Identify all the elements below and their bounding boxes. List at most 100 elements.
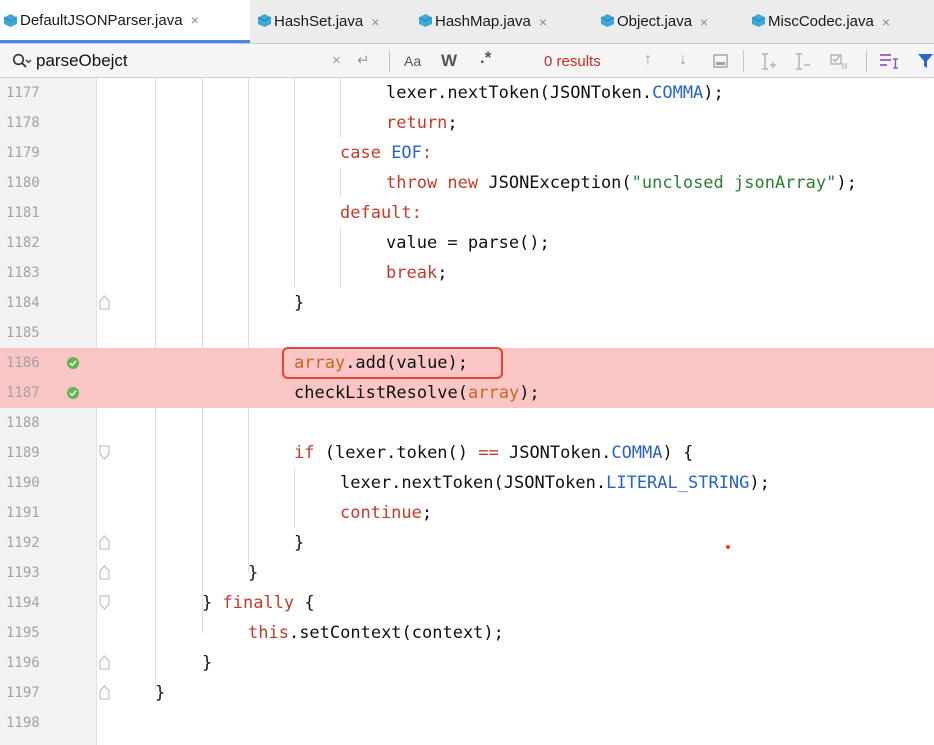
code-line[interactable]: 1195 this.setContext(context);	[0, 618, 934, 648]
search-history-icon[interactable]	[12, 53, 32, 69]
fold-end-icon[interactable]	[99, 685, 110, 700]
match-case-toggle[interactable]: Aa	[404, 53, 421, 69]
tab-label: DefaultJSONParser.java	[20, 11, 183, 29]
search-input[interactable]	[36, 50, 316, 72]
code-line[interactable]: 1196 }	[0, 648, 934, 678]
code-line[interactable]: 1184 }	[0, 288, 934, 318]
code-line[interactable]: 1179 case EOF:	[0, 138, 934, 168]
code-text: lexer.nextToken(JSONToken.LITERAL_STRING…	[340, 473, 770, 493]
code-text: }	[294, 533, 305, 553]
line-number[interactable]: 1178	[0, 108, 97, 138]
tab-close-icon[interactable]: ×	[539, 14, 547, 30]
previous-occurrence-icon[interactable]: ↑	[644, 51, 652, 69]
code-text: default:	[340, 203, 422, 223]
code-text: lexer.nextToken(JSONToken.COMMA);	[386, 83, 724, 103]
breakpoint-verified-icon[interactable]	[67, 357, 79, 369]
code-text: value = parse();	[386, 233, 550, 253]
code-text: }	[202, 653, 213, 673]
line-number[interactable]: 1192	[0, 528, 97, 558]
line-number[interactable]: 1187	[0, 378, 97, 408]
regex-toggle[interactable]: .*	[480, 48, 491, 68]
breakpoint-line[interactable]: 1187 checkListResolve(array);	[0, 378, 934, 408]
line-number[interactable]: 1190	[0, 468, 97, 498]
select-all-occurrences-icon[interactable]	[713, 54, 729, 69]
code-text: throw new JSONException("unclosed jsonAr…	[386, 173, 857, 193]
line-number[interactable]: 1197	[0, 678, 97, 708]
line-number[interactable]: 1196	[0, 648, 97, 678]
breakpoint-verified-icon[interactable]	[67, 387, 79, 399]
fold-end-icon[interactable]	[99, 535, 110, 550]
code-line[interactable]: 1183 break;	[0, 258, 934, 288]
select-all-matches-icon[interactable]	[830, 52, 850, 70]
line-number[interactable]: 1186	[0, 348, 97, 378]
line-number[interactable]: 1189	[0, 438, 97, 468]
annotation-highlight-box	[282, 347, 503, 379]
tab-defaultjsonparser[interactable]: DefaultJSONParser.java ×	[0, 0, 250, 43]
search-results-count: 0 results	[544, 53, 601, 70]
line-number[interactable]: 1191	[0, 498, 97, 528]
filter-funnel-icon[interactable]	[917, 53, 934, 70]
tab-hashmap[interactable]: HashMap.java ×	[415, 0, 587, 43]
code-line[interactable]: 1177 lexer.nextToken(JSONToken.COMMA);	[0, 78, 934, 108]
remove-selection-icon[interactable]	[794, 52, 812, 71]
tab-misccodec[interactable]: MiscCodec.java ×	[748, 0, 934, 43]
tab-close-icon[interactable]: ×	[191, 12, 199, 28]
tab-close-icon[interactable]: ×	[882, 14, 890, 30]
code-line[interactable]: 1192 }	[0, 528, 934, 558]
words-toggle[interactable]: W	[441, 51, 457, 71]
fold-start-icon[interactable]	[99, 445, 110, 460]
tab-hashset[interactable]: HashSet.java ×	[254, 0, 414, 43]
line-number[interactable]: 1179	[0, 138, 97, 168]
code-line[interactable]: 1191 continue;	[0, 498, 934, 528]
code-line[interactable]: 1178 return;	[0, 108, 934, 138]
java-class-icon	[257, 14, 272, 27]
code-text: if (lexer.token() == JSONToken.COMMA) {	[294, 443, 694, 463]
line-number[interactable]: 1195	[0, 618, 97, 648]
line-number[interactable]: 1193	[0, 558, 97, 588]
editor-tab-bar: DefaultJSONParser.java × HashSet.java × …	[0, 0, 934, 44]
line-number[interactable]: 1183	[0, 258, 97, 288]
line-number[interactable]: 1188	[0, 408, 97, 438]
toolbar-separator	[866, 50, 867, 72]
next-occurrence-icon[interactable]: ↓	[679, 51, 687, 69]
toolbar-separator	[389, 50, 390, 72]
code-editor[interactable]: 1177 lexer.nextToken(JSONToken.COMMA); 1…	[0, 78, 934, 745]
code-line[interactable]: 1181 default:	[0, 198, 934, 228]
line-number[interactable]: 1181	[0, 198, 97, 228]
tab-close-icon[interactable]: ×	[700, 14, 708, 30]
fold-end-icon[interactable]	[99, 295, 110, 310]
fold-start-icon[interactable]	[99, 595, 110, 610]
code-line[interactable]: 1185	[0, 318, 934, 348]
code-line[interactable]: 1189 if (lexer.token() == JSONToken.COMM…	[0, 438, 934, 468]
line-number[interactable]: 1180	[0, 168, 97, 198]
line-number[interactable]: 1177	[0, 78, 97, 108]
new-line-icon[interactable]: ↵	[357, 51, 370, 69]
code-text: this.setContext(context);	[248, 623, 504, 643]
line-number[interactable]: 1185	[0, 318, 97, 348]
code-line[interactable]: 1180 throw new JSONException("unclosed j…	[0, 168, 934, 198]
line-number[interactable]: 1198	[0, 708, 97, 738]
tab-label: Object.java	[617, 13, 693, 30]
code-line[interactable]: 1193 }	[0, 558, 934, 588]
code-text: }	[294, 293, 305, 313]
add-selection-icon[interactable]	[760, 52, 778, 71]
tab-close-icon[interactable]: ×	[371, 14, 379, 30]
fold-end-icon[interactable]	[99, 655, 110, 670]
filter-search-results-icon[interactable]	[879, 53, 899, 70]
java-class-icon	[751, 14, 766, 27]
java-class-icon	[3, 14, 18, 27]
find-bar: × ↵ Aa W .* 0 results ↑ ↓	[0, 44, 934, 78]
fold-end-icon[interactable]	[99, 565, 110, 580]
code-line[interactable]: 1198	[0, 708, 934, 738]
code-text: return;	[386, 113, 458, 133]
line-number[interactable]: 1194	[0, 588, 97, 618]
tab-object[interactable]: Object.java ×	[597, 0, 747, 43]
line-number[interactable]: 1184	[0, 288, 97, 318]
code-line[interactable]: 1190 lexer.nextToken(JSONToken.LITERAL_S…	[0, 468, 934, 498]
code-line[interactable]: 1188	[0, 408, 934, 438]
line-number[interactable]: 1182	[0, 228, 97, 258]
code-line[interactable]: 1194 } finally {	[0, 588, 934, 618]
clear-search-icon[interactable]: ×	[332, 52, 341, 69]
code-line[interactable]: 1197 }	[0, 678, 934, 708]
code-line[interactable]: 1182 value = parse();	[0, 228, 934, 258]
